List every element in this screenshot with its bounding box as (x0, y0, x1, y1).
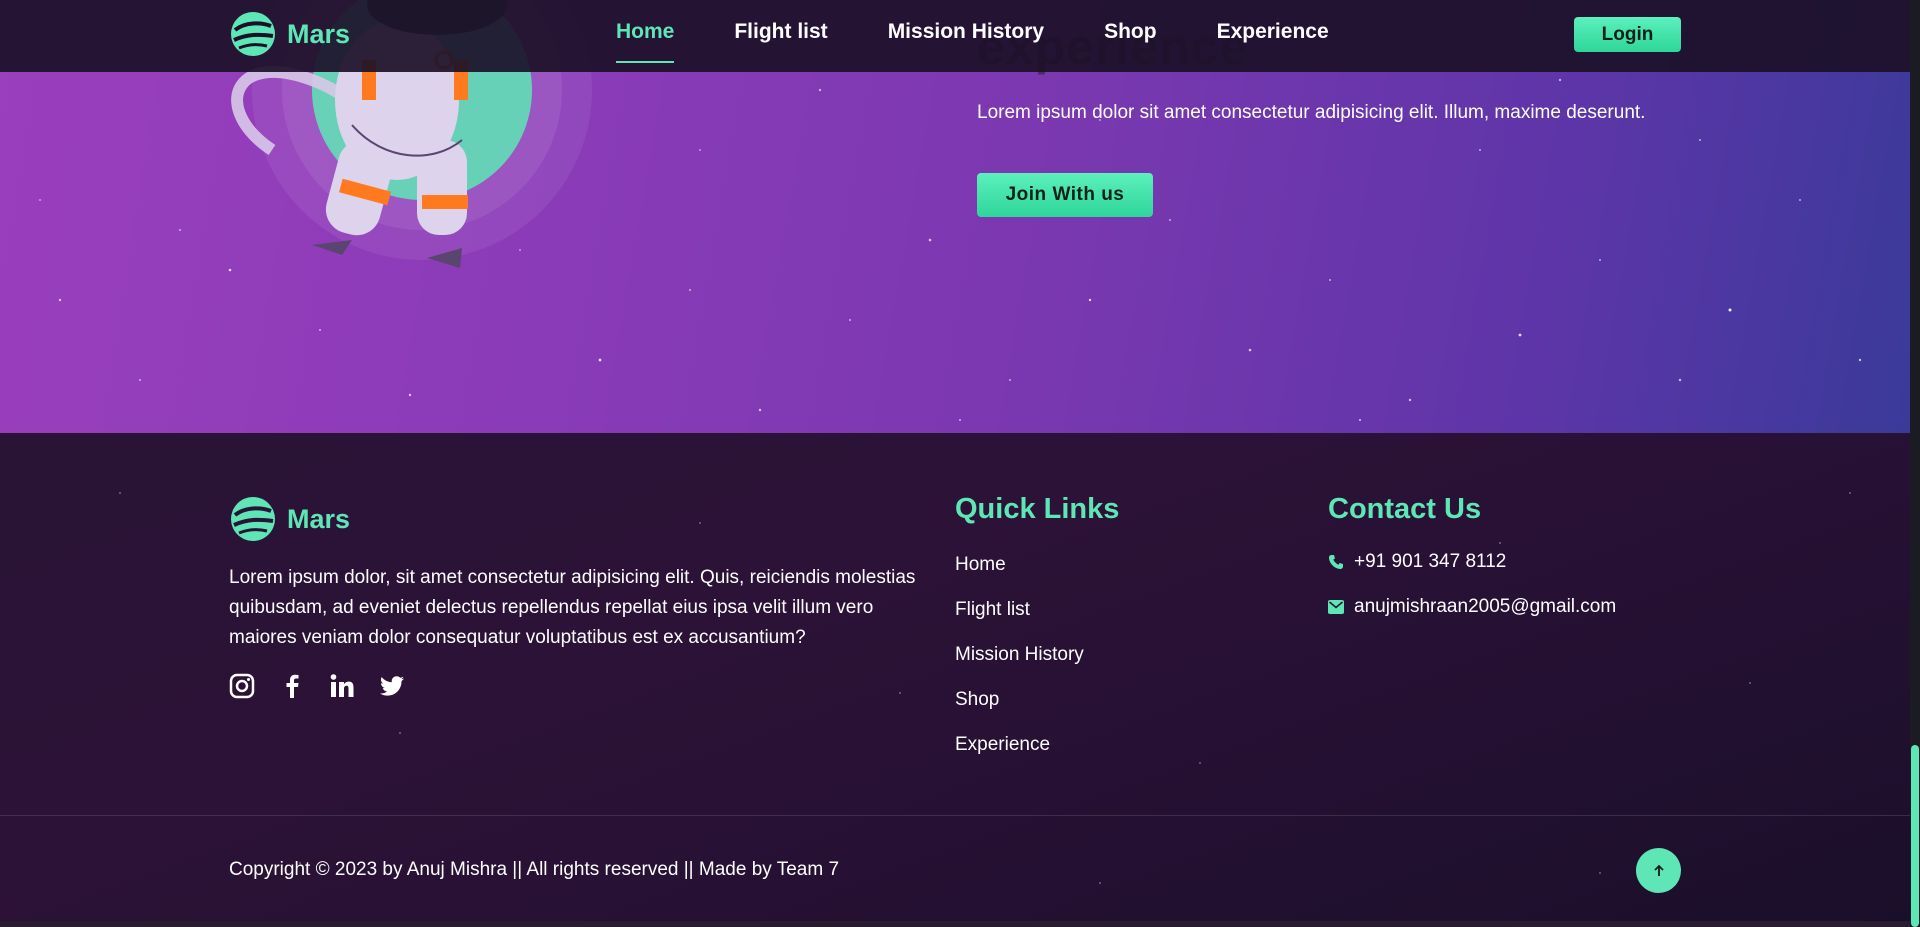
nav-link-flight-list[interactable]: Flight list (734, 20, 827, 44)
quick-link-mission-history[interactable]: Mission History (955, 641, 1084, 686)
footer-description: Lorem ipsum dolor, sit amet consectetur … (229, 567, 916, 648)
vertical-scrollbar[interactable] (1910, 0, 1920, 927)
linkedin-icon[interactable] (329, 673, 355, 699)
top-navbar: Mars Home Flight list Mission History Sh… (0, 0, 1920, 72)
nav-link-experience[interactable]: Experience (1217, 20, 1329, 44)
copyright-text: Copyright © 2023 by Anuj Mishra || All r… (229, 859, 840, 880)
nav-links: Home Flight list Mission History Shop Ex… (616, 20, 1389, 63)
contact-phone[interactable]: +91 901 347 8112 (1328, 551, 1506, 573)
section-description: Lorem ipsum dolor sit amet consectetur a… (977, 102, 1646, 123)
instagram-icon[interactable] (229, 673, 255, 699)
site-footer: Mars Lorem ipsum dolor, sit amet consect… (0, 433, 1910, 927)
quick-link-shop[interactable]: Shop (955, 686, 1084, 731)
nav-link-home[interactable]: Home (616, 20, 675, 63)
footer-brand[interactable]: Mars (229, 495, 350, 543)
brand-logo-link[interactable]: Mars (229, 10, 350, 58)
arrow-up-icon (1653, 864, 1664, 876)
social-links (229, 673, 405, 699)
back-to-top-button[interactable] (1636, 848, 1681, 893)
quick-link-experience[interactable]: Experience (955, 731, 1084, 776)
mail-icon (1328, 600, 1344, 614)
page-bottom-edge (0, 921, 1910, 927)
contact-us-title: Contact Us (1328, 493, 1482, 525)
quick-link-home[interactable]: Home (955, 551, 1084, 596)
quick-links-list: Home Flight list Mission History Shop Ex… (955, 551, 1084, 776)
mars-logo-icon (231, 497, 275, 541)
quick-links-title: Quick Links (955, 493, 1120, 525)
scrollbar-thumb[interactable] (1911, 745, 1919, 927)
twitter-icon[interactable] (379, 673, 405, 699)
login-button[interactable]: Login (1574, 17, 1681, 52)
brand-name: Mars (287, 18, 351, 49)
quick-link-flight-list[interactable]: Flight list (955, 596, 1084, 641)
email-address: anujmishraan2005@gmail.com (1354, 596, 1617, 617)
footer-divider (0, 815, 1910, 816)
nav-link-shop[interactable]: Shop (1104, 20, 1157, 44)
join-button[interactable]: Join With us (977, 173, 1153, 217)
contact-email[interactable]: anujmishraan2005@gmail.com (1328, 596, 1616, 618)
mars-logo-icon (231, 12, 275, 56)
phone-icon (1329, 555, 1343, 569)
phone-number: +91 901 347 8112 (1354, 551, 1507, 572)
nav-link-mission-history[interactable]: Mission History (888, 20, 1044, 44)
facebook-icon[interactable] (279, 673, 305, 699)
footer-brand-name: Mars (287, 503, 351, 534)
